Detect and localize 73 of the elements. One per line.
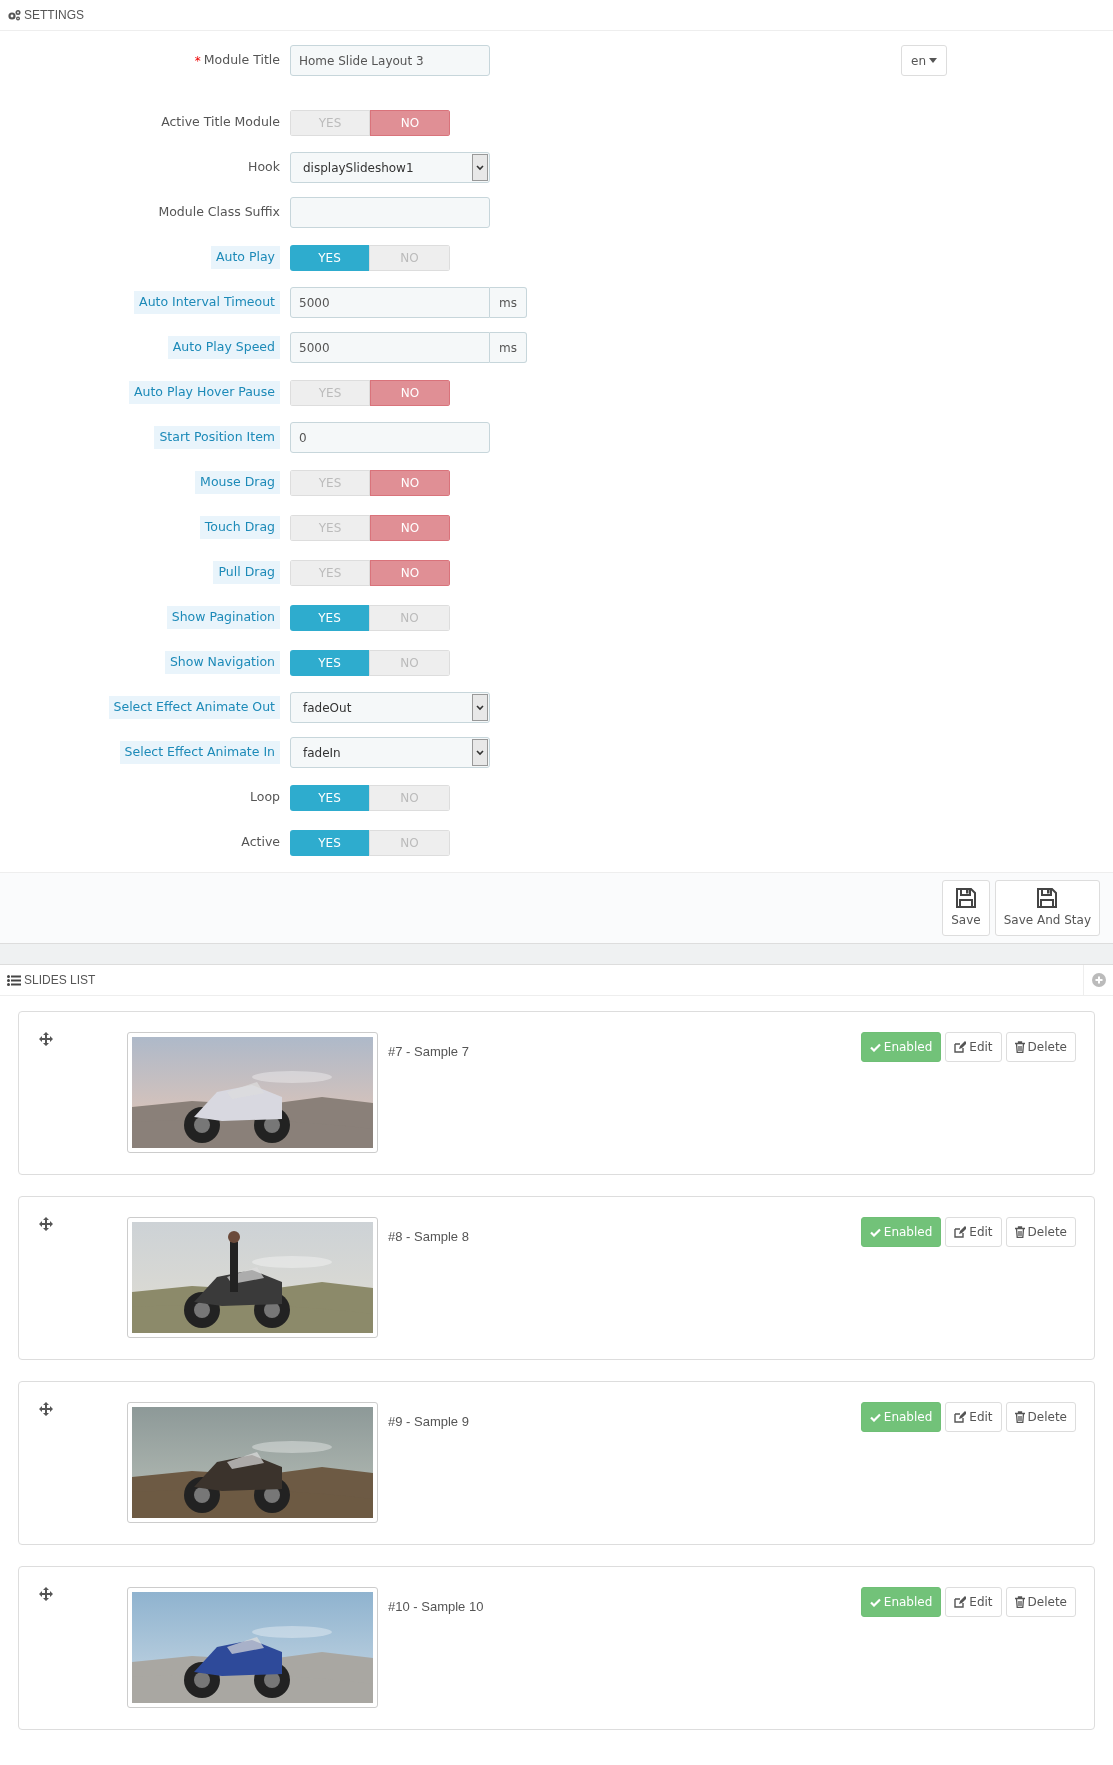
check-icon [869,1227,881,1237]
edit-button[interactable]: Edit [945,1402,1002,1432]
edit-button[interactable]: Edit [945,1032,1002,1062]
select-field[interactable]: displaySlideshow1 [290,152,490,183]
drag-handle[interactable] [39,1217,53,1231]
select-field[interactable]: fadeOut [290,692,490,723]
edit-button[interactable]: Edit [945,1587,1002,1617]
move-icon [39,1032,53,1046]
panel-title: SLIDES LIST [24,972,97,989]
chevron-down-icon [476,704,484,711]
delete-button[interactable]: Delete [1005,1587,1076,1617]
delete-button[interactable]: Delete [1005,1032,1076,1062]
move-icon [39,1217,53,1231]
slide-title: #8 - Sample 8 [388,1228,470,1246]
slide-title: #10 - Sample 10 [388,1598,485,1616]
drag-handle[interactable] [39,1587,53,1601]
field-label: Select Effect Animate In [119,741,280,764]
field-label: Hook [248,158,280,177]
field-label: Module Class Suffix [158,203,280,222]
edit-icon [954,1041,967,1053]
number-field[interactable]: 5000 [290,287,490,318]
field-label: Show Pagination [166,606,280,629]
unit-label: ms [490,287,527,318]
field-label: Start Position Item [154,426,280,449]
number-field[interactable]: 5000 [290,332,490,363]
delete-button[interactable]: Delete [1005,1217,1076,1247]
unit-label: ms [490,332,527,363]
list-icon [7,974,21,986]
trash-icon [1014,1596,1025,1608]
move-icon [39,1587,53,1601]
edit-button[interactable]: Edit [945,1217,1002,1247]
drag-handle[interactable] [39,1032,53,1046]
slide-title: #7 - Sample 7 [388,1043,470,1061]
field-label: Active Title Module [161,113,280,132]
field-label: Auto Play [210,246,280,269]
check-icon [869,1042,881,1052]
edit-icon [954,1411,967,1423]
field-label: Loop [250,788,280,807]
trash-icon [1014,1411,1025,1423]
edit-icon [954,1596,967,1608]
field-label: Auto Interval Timeout [134,291,280,314]
text-field[interactable]: 0 [290,422,490,453]
field-label: Active [241,833,280,852]
field-label: Show Navigation [164,651,280,674]
field-label: Mouse Drag [195,471,280,494]
check-icon [869,1597,881,1607]
save-button[interactable]: Save [942,880,990,936]
delete-button[interactable]: Delete [1005,1402,1076,1432]
chevron-down-icon [476,164,484,171]
drag-handle[interactable] [39,1402,53,1416]
text-field[interactable] [290,197,490,228]
plus-circle-icon [1091,973,1106,987]
trash-icon [1014,1041,1025,1053]
field-label: Select Effect Animate Out [108,696,280,719]
field-label: Pull Drag [213,561,280,584]
save-button[interactable]: Save And Stay [994,880,1100,936]
chevron-down-icon [476,749,484,756]
edit-icon [954,1226,967,1238]
move-icon [39,1402,53,1416]
trash-icon [1014,1226,1025,1238]
field-label: Auto Play Hover Pause [128,381,280,404]
text-field[interactable]: Home Slide Layout 3 [290,45,490,76]
select-field[interactable]: fadeIn [290,737,490,768]
field-label: Module Title [203,51,280,70]
slide-title: #9 - Sample 9 [388,1413,470,1431]
required-asterisk: * [194,52,201,70]
check-icon [869,1412,881,1422]
gear-icon [7,9,21,21]
field-label: Auto Play Speed [167,336,280,359]
caret-icon [929,58,937,63]
panel-title: SETTINGS [24,7,84,24]
language-dropdown[interactable]: en [901,45,947,76]
field-label: Touch Drag [199,516,280,539]
